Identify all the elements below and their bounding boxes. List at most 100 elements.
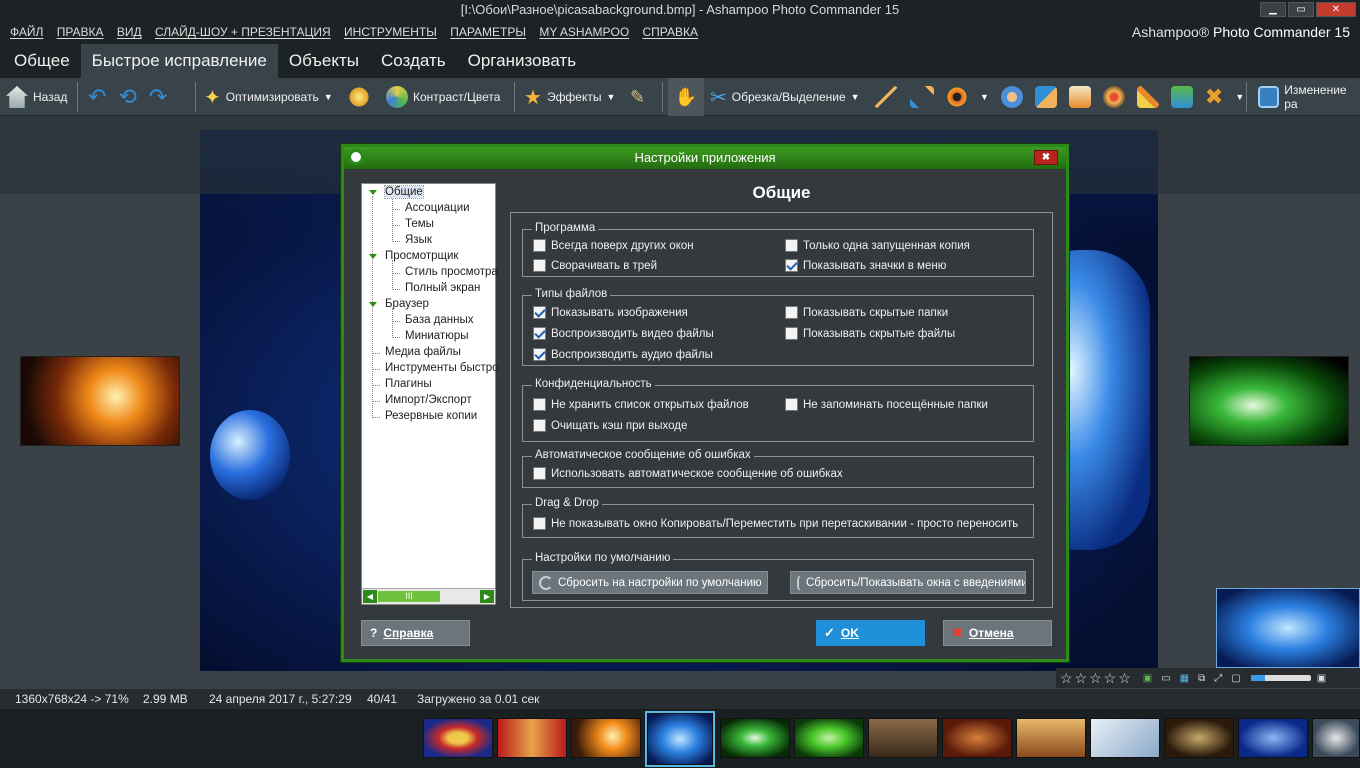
fit-icon[interactable]: ▭ <box>1161 673 1170 684</box>
straighten-icon[interactable] <box>874 86 898 108</box>
fullscreen-icon[interactable]: ⤢ <box>1214 673 1222 684</box>
crop-button[interactable]: ✂ Обрезка/Выделение ▼ <box>710 78 860 116</box>
film-thumbnail[interactable] <box>1312 718 1360 758</box>
retouch-icon[interactable] <box>1034 86 1057 108</box>
tree-item-themes[interactable]: Темы <box>405 218 434 230</box>
tab-create[interactable]: Создать <box>370 44 457 78</box>
menu-file[interactable]: ФАЙЛ <box>0 20 43 44</box>
dialog-close-button[interactable]: ✖ <box>1034 150 1058 165</box>
tree-horizontal-scrollbar[interactable]: ◀ III ▶ <box>362 588 495 604</box>
menu-settings[interactable]: ПАРАМЕТРЫ <box>440 20 526 44</box>
scroll-thumb[interactable]: III <box>378 591 440 602</box>
no-copy-move-window-checkbox[interactable]: Не показывать окно Копировать/Переместит… <box>533 517 1018 530</box>
current-image-preview[interactable] <box>1216 588 1360 668</box>
thumbs-icon[interactable]: ▦ <box>1180 673 1189 684</box>
dialog-title-bar[interactable]: Настройки приложения ✖ <box>344 147 1066 169</box>
film-thumbnail[interactable] <box>1016 718 1086 758</box>
info-icon[interactable]: ▢ <box>1231 673 1240 684</box>
next-image-thumbnail[interactable] <box>1189 356 1349 446</box>
expand-icon[interactable] <box>369 254 377 259</box>
menu-my-ashampoo[interactable]: MY ASHAMPOO <box>529 20 629 44</box>
optimize-button[interactable]: ✦ Оптимизировать ▼ <box>204 78 333 116</box>
tree-item-quick-tools[interactable]: Инструменты быстро <box>385 362 499 374</box>
auto-error-report-checkbox[interactable]: Использовать автоматическое сообщение об… <box>533 467 843 480</box>
film-thumbnail[interactable] <box>571 718 641 758</box>
tab-general[interactable]: Общее <box>0 44 81 78</box>
effects-button[interactable]: ★ Эффекты ▼ <box>524 78 615 116</box>
menu-edit[interactable]: ПРАВКА <box>47 20 104 44</box>
view-image-icon[interactable]: ▣ <box>1143 673 1152 684</box>
scroll-left-icon[interactable]: ◀ <box>363 590 377 603</box>
expand-icon[interactable] <box>369 302 377 307</box>
chevron-down-icon[interactable]: ▼ <box>980 92 989 102</box>
cancel-button[interactable]: ✖ Отмена <box>943 620 1052 646</box>
previous-image-thumbnail[interactable] <box>20 356 180 446</box>
show-hidden-folders-checkbox[interactable]: Показывать скрытые папки <box>785 306 948 319</box>
play-audio-checkbox[interactable]: Воспроизводить аудио файлы <box>533 348 713 361</box>
show-menu-icons-checkbox[interactable]: Показывать значки в меню <box>785 259 946 272</box>
brush-button[interactable]: ✎ <box>630 78 645 116</box>
menu-view[interactable]: ВИД <box>107 20 142 44</box>
settings-tree[interactable]: Общие Ассоциации Темы Язык Просмотрщик С… <box>361 183 499 605</box>
tree-item-view-style[interactable]: Стиль просмотра <box>405 266 498 278</box>
landscape-icon[interactable] <box>1170 86 1193 108</box>
tree-item-thumbnails[interactable]: Миниатюры <box>405 330 468 342</box>
film-thumbnail[interactable] <box>942 718 1012 758</box>
show-hidden-files-checkbox[interactable]: Показывать скрытые файлы <box>785 327 955 340</box>
single-instance-checkbox[interactable]: Только одна запущенная копия <box>785 239 970 252</box>
red-eye-icon[interactable] <box>946 86 968 108</box>
tree-item-fullscreen[interactable]: Полный экран <box>405 282 480 294</box>
tree-item-browser[interactable]: Браузер <box>385 298 429 310</box>
minimize-tray-checkbox[interactable]: Сворачивать в трей <box>533 259 657 272</box>
tree-item-media-files[interactable]: Медиа файлы <box>385 346 461 358</box>
minimize-button[interactable]: ▁ <box>1260 2 1286 17</box>
zoom-slider[interactable] <box>1250 675 1311 681</box>
help-button[interactable]: ? Справка <box>361 620 470 646</box>
play-video-checkbox[interactable]: Воспроизводить видео файлы <box>533 327 714 340</box>
expand-icon[interactable] <box>369 190 377 195</box>
pencil-icon[interactable] <box>1136 86 1159 108</box>
watermark-icon[interactable] <box>1068 86 1091 108</box>
menu-slideshow[interactable]: СЛАЙД-ШОУ + ПРЕЗЕНТАЦИЯ <box>145 20 331 44</box>
clear-cache-checkbox[interactable]: Очищать кэш при выходе <box>533 419 687 432</box>
tree-item-language[interactable]: Язык <box>405 234 432 246</box>
reset-intro-windows-button[interactable]: Сбросить/Показывать окна с введениями <box>790 571 1026 594</box>
film-thumbnail-selected[interactable] <box>645 711 715 767</box>
tree-item-database[interactable]: База данных <box>405 314 474 326</box>
rating-stars[interactable]: ☆☆☆☆☆ <box>1060 670 1133 687</box>
hand-tool-button[interactable]: ✋ <box>668 78 704 116</box>
film-thumbnail[interactable] <box>720 718 790 758</box>
film-thumbnail[interactable] <box>1238 718 1308 758</box>
show-images-checkbox[interactable]: Показывать изображения <box>533 306 688 319</box>
reset-defaults-button[interactable]: Сбросить на настройки по умолчанию <box>532 571 768 594</box>
no-visited-folders-checkbox[interactable]: Не запоминать посещённые папки <box>785 398 988 411</box>
undo-icon[interactable]: ↶ <box>88 84 106 110</box>
tree-item-associations[interactable]: Ассоциации <box>405 202 470 214</box>
ok-button[interactable]: ✓ OK <box>816 620 925 646</box>
menu-help[interactable]: СПРАВКА <box>633 20 699 44</box>
film-thumbnail[interactable] <box>794 718 864 758</box>
resize-button[interactable]: Изменение ра <box>1258 78 1360 116</box>
contrast-button[interactable]: Контраст/Цвета <box>386 78 500 116</box>
tab-quick-fix[interactable]: Быстрое исправление <box>80 44 278 78</box>
film-thumbnail[interactable] <box>1164 718 1234 758</box>
menu-tools[interactable]: ИНСТРУМЕНТЫ <box>334 20 437 44</box>
tree-item-backups[interactable]: Резервные копии <box>385 410 477 422</box>
scroll-right-icon[interactable]: ▶ <box>480 590 494 603</box>
tree-item-plugins[interactable]: Плагины <box>385 378 432 390</box>
film-thumbnail[interactable] <box>1090 718 1160 758</box>
film-thumbnail[interactable] <box>497 718 567 758</box>
redo-icon[interactable]: ↷ <box>149 84 167 110</box>
maximize-button[interactable]: ▭ <box>1288 2 1314 17</box>
brightness-button[interactable] <box>348 78 370 116</box>
tree-item-general[interactable]: Общие <box>384 185 424 199</box>
perspective-icon[interactable] <box>910 86 934 108</box>
palette-icon[interactable] <box>1102 86 1125 108</box>
tree-item-viewer[interactable]: Просмотрщик <box>385 250 458 262</box>
tree-item-import-export[interactable]: Импорт/Экспорт <box>385 394 472 406</box>
no-recent-files-checkbox[interactable]: Не хранить список открытых файлов <box>533 398 749 411</box>
always-on-top-checkbox[interactable]: Всегда поверх других окон <box>533 239 694 252</box>
film-thumbnail[interactable] <box>868 718 938 758</box>
zoom-in-icon[interactable]: ▣ <box>1317 673 1326 684</box>
people-icon[interactable] <box>1000 86 1023 108</box>
